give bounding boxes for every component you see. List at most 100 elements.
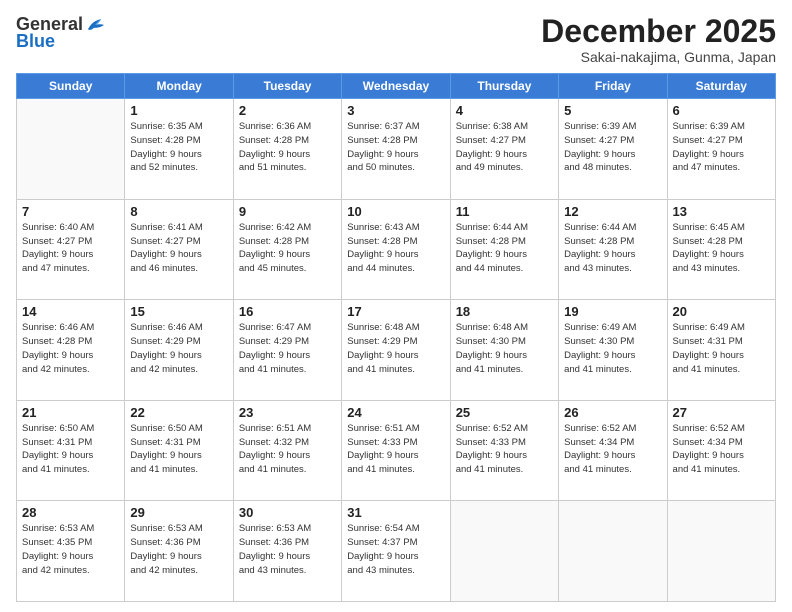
- day-number: 20: [673, 304, 770, 319]
- cell-info: Sunrise: 6:49 AMSunset: 4:30 PMDaylight:…: [564, 321, 661, 376]
- cell-info: Sunrise: 6:36 AMSunset: 4:28 PMDaylight:…: [239, 120, 336, 175]
- calendar-cell: [17, 99, 125, 200]
- day-number: 6: [673, 103, 770, 118]
- cell-info: Sunrise: 6:48 AMSunset: 4:29 PMDaylight:…: [347, 321, 444, 376]
- weekday-header-cell: Wednesday: [342, 74, 450, 99]
- cell-info: Sunrise: 6:37 AMSunset: 4:28 PMDaylight:…: [347, 120, 444, 175]
- logo-blue: Blue: [16, 31, 55, 52]
- day-number: 7: [22, 204, 119, 219]
- weekday-header-cell: Sunday: [17, 74, 125, 99]
- day-number: 4: [456, 103, 553, 118]
- calendar-cell: 3Sunrise: 6:37 AMSunset: 4:28 PMDaylight…: [342, 99, 450, 200]
- calendar-cell: [559, 501, 667, 602]
- calendar-cell: 8Sunrise: 6:41 AMSunset: 4:27 PMDaylight…: [125, 199, 233, 300]
- day-number: 9: [239, 204, 336, 219]
- day-number: 12: [564, 204, 661, 219]
- cell-info: Sunrise: 6:42 AMSunset: 4:28 PMDaylight:…: [239, 221, 336, 276]
- header: General Blue December 2025 Sakai-nakajim…: [16, 14, 776, 65]
- day-number: 31: [347, 505, 444, 520]
- calendar-cell: [667, 501, 775, 602]
- calendar-cell: 21 Sunrise: 6:50 AMSunset: 4:31 PMDayligh…: [17, 400, 125, 501]
- calendar-cell: 22 Sunrise: 6:50 AMSunset: 4:31 PMDayligh…: [125, 400, 233, 501]
- day-number: 8: [130, 204, 227, 219]
- calendar-cell: 12Sunrise: 6:44 AMSunset: 4:28 PMDayligh…: [559, 199, 667, 300]
- day-number: 30: [239, 505, 336, 520]
- calendar-cell: 4 Sunrise: 6:38 AMSunset: 4:27 PMDaylight…: [450, 99, 558, 200]
- day-number: 22: [130, 405, 227, 420]
- logo: General Blue: [16, 14, 107, 52]
- cell-info: Sunrise: 6:53 AMSunset: 4:36 PMDaylight:…: [239, 522, 336, 577]
- cell-info: Sunrise: 6:46 AMSunset: 4:28 PMDaylight:…: [22, 321, 119, 376]
- cell-info: Sunrise: 6:52 AMSunset: 4:34 PMDaylight:…: [673, 422, 770, 477]
- cell-info: Sunrise: 6:38 AMSunset: 4:27 PMDaylight:…: [456, 120, 553, 175]
- calendar-body: 1 Sunrise: 6:35 AMSunset: 4:28 PMDaylight…: [17, 99, 776, 602]
- calendar-cell: 15 Sunrise: 6:46 AMSunset: 4:29 PMDayligh…: [125, 300, 233, 401]
- cell-info: Sunrise: 6:50 AMSunset: 4:31 PMDaylight:…: [22, 422, 119, 477]
- calendar-cell: 17 Sunrise: 6:48 AMSunset: 4:29 PMDayligh…: [342, 300, 450, 401]
- cell-info: Sunrise: 6:39 AMSunset: 4:27 PMDaylight:…: [673, 120, 770, 175]
- page: General Blue December 2025 Sakai-nakajim…: [0, 0, 792, 612]
- cell-info: Sunrise: 6:51 AMSunset: 4:32 PMDaylight:…: [239, 422, 336, 477]
- calendar-cell: 20 Sunrise: 6:49 AMSunset: 4:31 PMDayligh…: [667, 300, 775, 401]
- cell-info: Sunrise: 6:50 AMSunset: 4:31 PMDaylight:…: [130, 422, 227, 477]
- calendar-cell: 16 Sunrise: 6:47 AMSunset: 4:29 PMDayligh…: [233, 300, 341, 401]
- calendar-cell: 29 Sunrise: 6:53 AMSunset: 4:36 PMDayligh…: [125, 501, 233, 602]
- logo-bird-icon: [85, 16, 107, 34]
- day-number: 13: [673, 204, 770, 219]
- calendar-cell: 28 Sunrise: 6:53 AMSunset: 4:35 PMDayligh…: [17, 501, 125, 602]
- calendar-week-row: 14 Sunrise: 6:46 AMSunset: 4:28 PMDayligh…: [17, 300, 776, 401]
- day-number: 10: [347, 204, 444, 219]
- cell-info: Sunrise: 6:43 AMSunset: 4:28 PMDaylight:…: [347, 221, 444, 276]
- calendar-cell: 13 Sunrise: 6:45 AMSunset: 4:28 PMDayligh…: [667, 199, 775, 300]
- day-number: 26: [564, 405, 661, 420]
- day-number: 18: [456, 304, 553, 319]
- day-number: 5: [564, 103, 661, 118]
- cell-info: Sunrise: 6:47 AMSunset: 4:29 PMDaylight:…: [239, 321, 336, 376]
- calendar-week-row: 7 Sunrise: 6:40 AMSunset: 4:27 PMDaylight…: [17, 199, 776, 300]
- day-number: 25: [456, 405, 553, 420]
- calendar-cell: 14 Sunrise: 6:46 AMSunset: 4:28 PMDayligh…: [17, 300, 125, 401]
- calendar-cell: 30 Sunrise: 6:53 AMSunset: 4:36 PMDayligh…: [233, 501, 341, 602]
- cell-info: Sunrise: 6:51 AMSunset: 4:33 PMDaylight:…: [347, 422, 444, 477]
- cell-info: Sunrise: 6:53 AMSunset: 4:36 PMDaylight:…: [130, 522, 227, 577]
- cell-info: Sunrise: 6:53 AMSunset: 4:35 PMDaylight:…: [22, 522, 119, 577]
- calendar-cell: 5 Sunrise: 6:39 AMSunset: 4:27 PMDaylight…: [559, 99, 667, 200]
- calendar-cell: 26Sunrise: 6:52 AMSunset: 4:34 PMDayligh…: [559, 400, 667, 501]
- weekday-header-cell: Monday: [125, 74, 233, 99]
- weekday-header-row: SundayMondayTuesdayWednesdayThursdayFrid…: [17, 74, 776, 99]
- calendar-cell: 2Sunrise: 6:36 AMSunset: 4:28 PMDaylight…: [233, 99, 341, 200]
- cell-info: Sunrise: 6:39 AMSunset: 4:27 PMDaylight:…: [564, 120, 661, 175]
- day-number: 28: [22, 505, 119, 520]
- calendar-cell: 7 Sunrise: 6:40 AMSunset: 4:27 PMDaylight…: [17, 199, 125, 300]
- calendar-cell: 25Sunrise: 6:52 AMSunset: 4:33 PMDayligh…: [450, 400, 558, 501]
- calendar-cell: 18 Sunrise: 6:48 AMSunset: 4:30 PMDayligh…: [450, 300, 558, 401]
- calendar-cell: 31 Sunrise: 6:54 AMSunset: 4:37 PMDayligh…: [342, 501, 450, 602]
- day-number: 29: [130, 505, 227, 520]
- cell-info: Sunrise: 6:44 AMSunset: 4:28 PMDaylight:…: [456, 221, 553, 276]
- cell-info: Sunrise: 6:45 AMSunset: 4:28 PMDaylight:…: [673, 221, 770, 276]
- weekday-header-cell: Saturday: [667, 74, 775, 99]
- day-number: 23: [239, 405, 336, 420]
- day-number: 17: [347, 304, 444, 319]
- day-number: 16: [239, 304, 336, 319]
- day-number: 21: [22, 405, 119, 420]
- day-number: 15: [130, 304, 227, 319]
- cell-info: Sunrise: 6:40 AMSunset: 4:27 PMDaylight:…: [22, 221, 119, 276]
- weekday-header-cell: Tuesday: [233, 74, 341, 99]
- calendar-cell: 27Sunrise: 6:52 AMSunset: 4:34 PMDayligh…: [667, 400, 775, 501]
- calendar-cell: [450, 501, 558, 602]
- cell-info: Sunrise: 6:48 AMSunset: 4:30 PMDaylight:…: [456, 321, 553, 376]
- calendar-cell: 23 Sunrise: 6:51 AMSunset: 4:32 PMDayligh…: [233, 400, 341, 501]
- day-number: 1: [130, 103, 227, 118]
- cell-info: Sunrise: 6:54 AMSunset: 4:37 PMDaylight:…: [347, 522, 444, 577]
- month-title: December 2025: [541, 14, 776, 49]
- day-number: 19: [564, 304, 661, 319]
- title-section: December 2025 Sakai-nakajima, Gunma, Jap…: [541, 14, 776, 65]
- calendar-cell: 11Sunrise: 6:44 AMSunset: 4:28 PMDayligh…: [450, 199, 558, 300]
- location: Sakai-nakajima, Gunma, Japan: [541, 49, 776, 65]
- cell-info: Sunrise: 6:46 AMSunset: 4:29 PMDaylight:…: [130, 321, 227, 376]
- cell-info: Sunrise: 6:35 AMSunset: 4:28 PMDaylight:…: [130, 120, 227, 175]
- weekday-header-cell: Thursday: [450, 74, 558, 99]
- cell-info: Sunrise: 6:49 AMSunset: 4:31 PMDaylight:…: [673, 321, 770, 376]
- day-number: 14: [22, 304, 119, 319]
